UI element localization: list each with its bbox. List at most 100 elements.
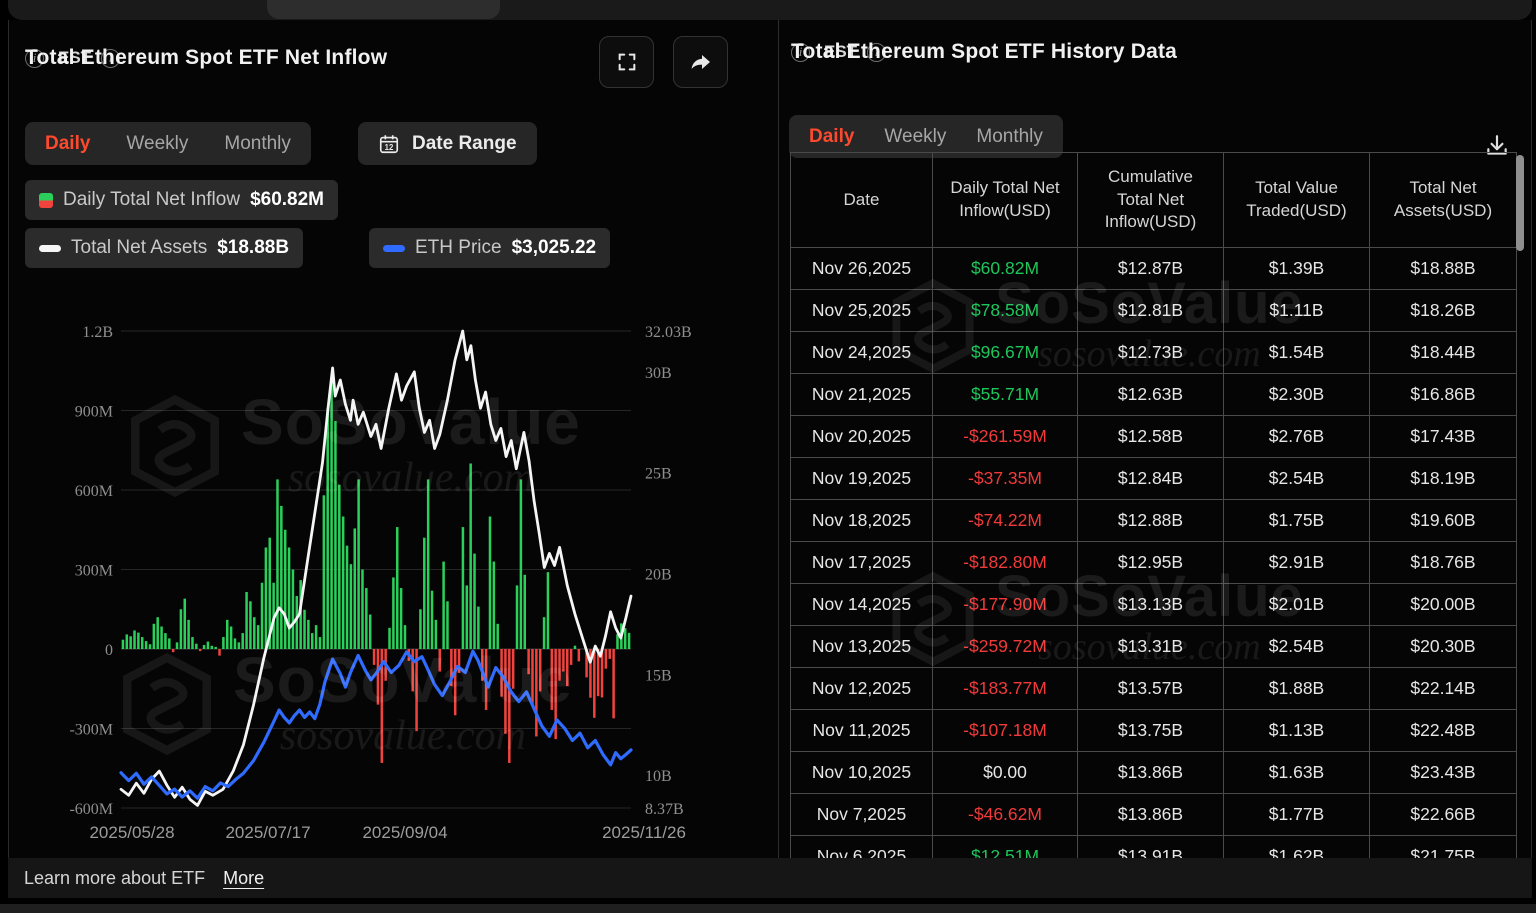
share-button[interactable] [673,36,728,88]
right-axis-tick: 8.37B [645,801,684,818]
table-cell: $18.26B [1370,290,1517,332]
left-axis-tick: 1.2B [82,324,113,341]
table-cell: $2.76B [1224,416,1370,458]
table-cell: $55.71M [933,374,1078,416]
table-cell: $12.87B [1078,248,1224,290]
footer-more-link[interactable]: More [223,868,264,889]
legend-value: $18.88B [217,237,289,259]
bottom-scroll-strip[interactable] [0,904,1536,913]
left-axis-tick: 600M [75,483,113,500]
table-cell: $18.44B [1370,332,1517,374]
tab-daily[interactable]: Daily [45,133,90,155]
left-axis-tick: -300M [69,722,113,739]
right-axis-tick: 25B [645,466,672,483]
legend-label: ETH Price [415,237,502,259]
table-cell: $0.00 [933,752,1078,794]
chart-title-row: Total Ethereum Spot ETF Net Inflow i EST… [25,48,120,68]
tab-weekly[interactable]: Weekly [126,133,188,155]
tab-weekly[interactable]: Weekly [884,126,946,148]
left-axis-tick: 900M [75,404,113,421]
table-cell: Nov 13,2025 [790,626,933,668]
table-cell: -$107.18M [933,710,1078,752]
table-cell: $16.86B [1370,374,1517,416]
top-cutoff-bar [8,0,1532,20]
x-axis-tick: 2025/11/26 [602,823,686,842]
table-cell: $13.86B [1078,752,1224,794]
right-axis-tick: 32.03B [645,324,692,341]
left-axis-tick: 300M [75,563,113,580]
fullscreen-button[interactable] [599,36,654,88]
table-cell: $18.19B [1370,458,1517,500]
right-axis-tick: 20B [645,567,672,584]
right-axis-tick: 10B [645,768,672,785]
table-cell: Nov 20,2025 [790,416,933,458]
svg-text:12: 12 [385,142,394,151]
table-cell: $13.86B [1078,794,1224,836]
date-range-label: Date Range [412,133,517,155]
table-cell: $1.54B [1224,332,1370,374]
table-header-cell: Cumulative Total Net Inflow(USD) [1078,152,1224,248]
table-header-cell: Total Net Assets(USD) [1370,152,1517,248]
table-cell: Nov 14,2025 [790,584,933,626]
right-axis-tick: 30B [645,365,672,382]
table-cell: $22.66B [1370,794,1517,836]
table-cell: $2.30B [1224,374,1370,416]
table-header-row: DateDaily Total Net Inflow(USD)Cumulativ… [790,152,1517,248]
table-cell: -$261.59M [933,416,1078,458]
table-row: Nov 20,2025-$261.59M$12.58B$2.76B$17.43B [790,416,1517,458]
white-line-swatch-icon [39,245,61,252]
panels: Total Ethereum Spot ETF Net Inflow i EST… [8,20,1532,858]
table-title: Total Ethereum Spot ETF History Data [791,40,1177,64]
table-row: Nov 26,2025$60.82M$12.87B$1.39B$18.88B [790,248,1517,290]
table-cell: $12.58B [1078,416,1224,458]
net-inflow-chart-panel: Total Ethereum Spot ETF Net Inflow i EST… [8,20,778,858]
table-cell: $23.43B [1370,752,1517,794]
table-cell: Nov 17,2025 [790,542,933,584]
tab-monthly[interactable]: Monthly [976,126,1043,148]
legend-label: Daily Total Net Inflow [63,189,240,211]
x-axis-tick: 2025/05/28 [89,823,174,842]
table-cell: $1.88B [1224,668,1370,710]
table-cell: $2.54B [1224,626,1370,668]
table-row: Nov 19,2025-$37.35M$12.84B$2.54B$18.19B [790,458,1517,500]
table-cell: $17.43B [1370,416,1517,458]
legend-value: $3,025.22 [512,237,597,259]
top-cutoff-tab [267,0,500,19]
table-cell: $1.11B [1224,290,1370,332]
table-row: Nov 25,2025$78.58M$12.81B$1.11B$18.26B [790,290,1517,332]
chart-title: Total Ethereum Spot ETF Net Inflow [25,46,387,70]
table-cell: Nov 24,2025 [790,332,933,374]
date-range-button[interactable]: 12 Date Range [358,122,537,165]
table-cell: $2.91B [1224,542,1370,584]
legend-total-net-assets[interactable]: Total Net Assets $18.88B [25,228,303,268]
table-cell: -$183.77M [933,668,1078,710]
table-cell: $13.57B [1078,668,1224,710]
table-cell: $2.54B [1224,458,1370,500]
tab-monthly[interactable]: Monthly [224,133,291,155]
table-row: Nov 11,2025-$107.18M$13.75B$1.13B$22.48B [790,710,1517,752]
table-row: Nov 13,2025-$259.72M$13.31B$2.54B$20.30B [790,626,1517,668]
table-cell: -$182.80M [933,542,1078,584]
table-row: Nov 12,2025-$183.77M$13.57B$1.88B$22.14B [790,668,1517,710]
legend-eth-price[interactable]: ETH Price $3,025.22 [369,228,610,268]
table-cell: $12.63B [1078,374,1224,416]
table-cell: $12.81B [1078,290,1224,332]
table-cell: $1.39B [1224,248,1370,290]
blue-line-swatch-icon [383,245,405,252]
table-cell: $1.63B [1224,752,1370,794]
table-scrollbar [1516,152,1524,878]
legend-daily-net-inflow[interactable]: Daily Total Net Inflow $60.82M [25,180,338,220]
table-cell: Nov 12,2025 [790,668,933,710]
scrollbar-thumb[interactable] [1516,155,1524,251]
etf-dashboard: Total Ethereum Spot ETF Net Inflow i EST… [0,0,1536,913]
footer-text: Learn more about ETF [24,868,205,889]
tab-daily[interactable]: Daily [809,126,854,148]
table-cell: $12.95B [1078,542,1224,584]
fullscreen-icon [616,51,638,73]
left-axis-tick: 0 [105,642,113,659]
legend-value: $60.82M [250,189,324,211]
table-row: Nov 17,2025-$182.80M$12.95B$2.91B$18.76B [790,542,1517,584]
table-cell: -$177.90M [933,584,1078,626]
net-inflow-chart[interactable]: 1.2B900M600M300M0-300M-600M32.03B30B25B2… [9,295,779,860]
legend-label: Total Net Assets [71,237,207,259]
